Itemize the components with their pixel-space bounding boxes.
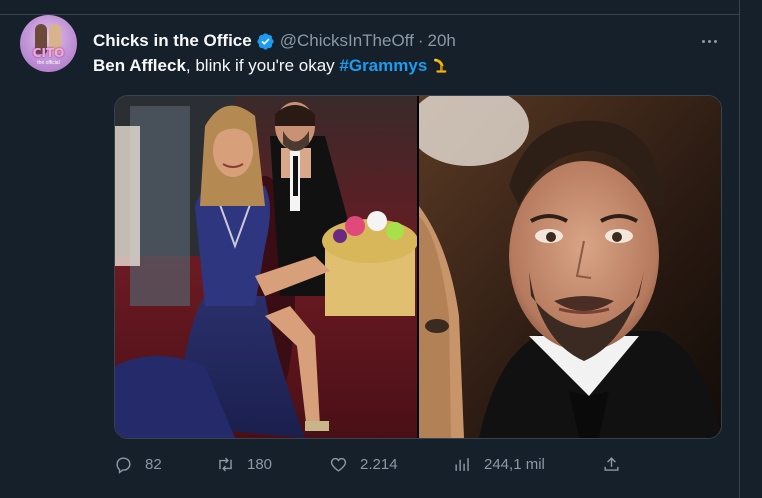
author-handle[interactable]: @ChicksInTheOff	[280, 31, 414, 51]
share-button[interactable]	[602, 452, 621, 476]
author-name[interactable]: Chicks in the Office	[93, 31, 252, 51]
hashtag-link[interactable]: #Grammys	[339, 56, 427, 75]
reply-count: 82	[145, 455, 162, 473]
tweet-header: Chicks in the Office @ChicksInTheOff · 2…	[93, 30, 456, 52]
avatar-logo-text: CITO	[32, 46, 65, 60]
reply-icon	[116, 456, 131, 474]
more-dots-icon[interactable]	[697, 30, 721, 52]
views-icon	[455, 457, 469, 471]
tweet-text-mention: Ben Affleck	[93, 56, 186, 75]
gramophone-emoji-icon	[434, 58, 447, 73]
media-photo-left[interactable]	[115, 96, 417, 438]
views-button[interactable]: 244,1 mil	[453, 452, 545, 476]
avatar-logo-subtext: the official	[37, 60, 60, 66]
scrollbar[interactable]	[739, 0, 762, 498]
views-count: 244,1 mil	[484, 455, 545, 473]
retweet-button[interactable]: 180	[216, 452, 272, 476]
tweet-text-body: , blink if you're okay	[185, 56, 340, 75]
like-button[interactable]: 2.214	[329, 452, 398, 476]
avatar[interactable]: CITO the official	[20, 15, 77, 72]
timestamp[interactable]: 20h	[427, 31, 455, 51]
heart-icon	[330, 457, 347, 472]
retweet-count: 180	[247, 455, 273, 473]
media-photo-right[interactable]	[419, 96, 721, 438]
photo-right-illustration	[419, 96, 721, 438]
photo-left-illustration	[115, 96, 417, 438]
tweet-media[interactable]	[114, 95, 722, 439]
share-icon	[604, 456, 619, 471]
verified-badge-icon[interactable]	[256, 32, 275, 51]
tweet-text: Ben Affleck, blink if you're okay #Gramm…	[93, 56, 449, 76]
like-count: 2.214	[360, 455, 398, 473]
top-divider	[0, 0, 742, 15]
header-separator: ·	[417, 31, 424, 50]
reply-button[interactable]: 82	[114, 452, 162, 476]
tweet-actions: 82 180 2.214 244,1 mil	[114, 452, 714, 476]
retweet-icon	[219, 457, 232, 471]
